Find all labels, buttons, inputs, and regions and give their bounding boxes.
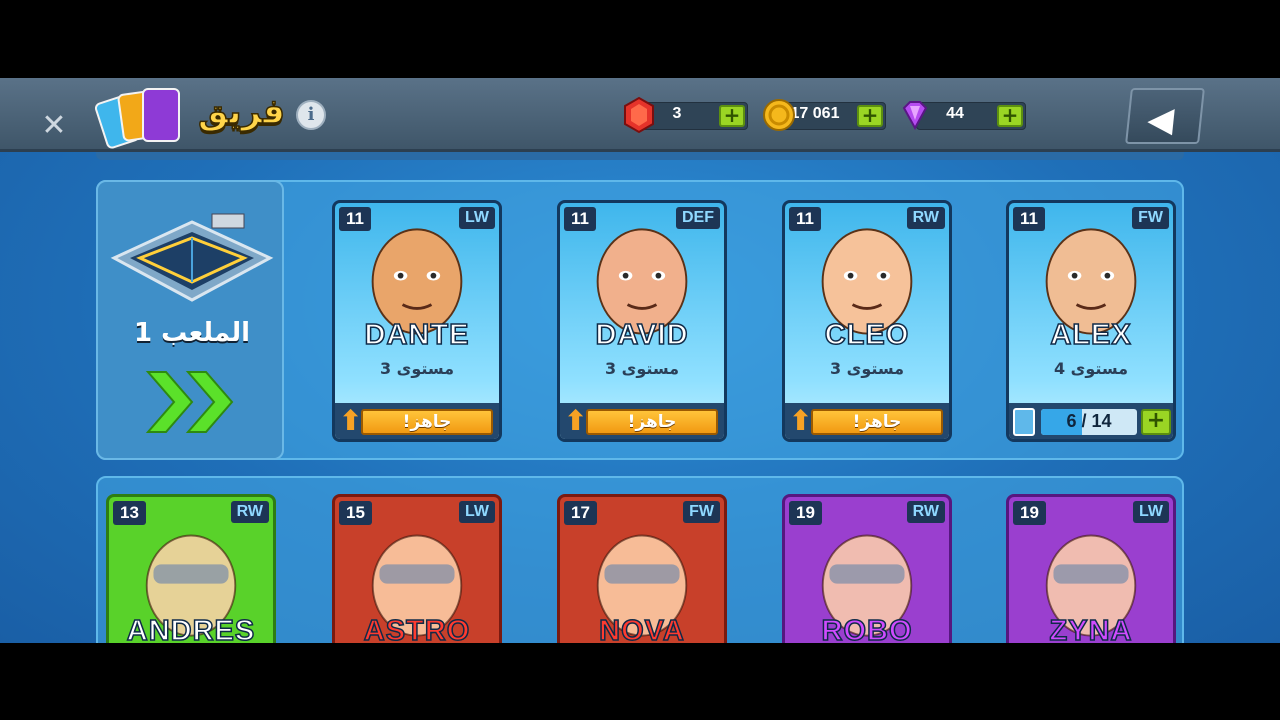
stadium-tile[interactable]: الملعب 1 xyxy=(96,180,284,460)
upgrade-arrow-icon: ⬆ xyxy=(564,404,588,437)
player-name: NOVA xyxy=(598,614,685,643)
player-name: ZYNA xyxy=(1049,614,1133,643)
player-card-dante[interactable]: 11 LW DANTE مستوى 3 ⬆ جاهز! xyxy=(332,200,502,442)
card-level-badge: 11 xyxy=(339,207,371,231)
player-name: ALEX xyxy=(1050,318,1132,352)
upgrade-arrow-icon: ⬆ xyxy=(339,404,363,437)
card-level-badge: 19 xyxy=(789,501,822,525)
add-cards-button[interactable]: + xyxy=(1141,409,1171,435)
letterbox-top xyxy=(0,0,1280,78)
card-level-badge: 17 xyxy=(564,501,597,525)
card-level-badge: 13 xyxy=(113,501,146,525)
card-level-badge: 19 xyxy=(1013,501,1046,525)
player-level: مستوى 3 xyxy=(604,359,680,378)
card-position-badge: LW xyxy=(1133,501,1169,523)
card-position-badge: FW xyxy=(1132,207,1169,229)
stadium-icon xyxy=(110,213,274,302)
player-card-david[interactable]: 11 DEF DAVID مستوى 3 ⬆ جاهز! xyxy=(557,200,727,442)
card-progress: 6 / 14 + xyxy=(1009,403,1173,439)
add-ruby-button[interactable]: + xyxy=(719,105,745,127)
card-position-badge: LW xyxy=(459,207,495,229)
upgrade-arrow-icon: ⬆ xyxy=(789,404,813,437)
player-name: ROBO xyxy=(821,614,913,643)
purple-gem-icon xyxy=(902,101,928,131)
player-name: DANTE xyxy=(364,318,470,352)
card-level-badge: 15 xyxy=(339,501,372,525)
card-position-badge: DEF xyxy=(676,207,720,229)
add-gems-button[interactable]: + xyxy=(997,105,1023,127)
capcut-watermark-icon: ✕ xyxy=(41,108,67,143)
card-level-badge: 11 xyxy=(1013,207,1045,231)
player-name: DAVID xyxy=(595,318,689,352)
stadium-label: الملعب 1 xyxy=(133,318,251,348)
player-level: مستوى 3 xyxy=(379,359,455,378)
resource-gems: 44 + xyxy=(916,102,1026,130)
upgrade-ready[interactable]: ⬆ جاهز! xyxy=(335,403,499,439)
roster-card-zyna[interactable]: 19 LW ZYNA xyxy=(1006,494,1176,643)
card-position-badge: RW xyxy=(906,207,945,229)
add-coins-button[interactable]: + xyxy=(857,105,883,127)
upgrade-ready[interactable]: ⬆ جاهز! xyxy=(560,403,724,439)
back-arrow-icon: ◀ xyxy=(1145,100,1176,140)
coin-icon xyxy=(763,99,795,131)
scroll-strip xyxy=(96,152,1184,160)
card-position-badge: LW xyxy=(459,501,495,523)
letterbox-bottom xyxy=(0,643,1280,720)
red-gem-icon xyxy=(624,96,654,134)
page-title: فريق xyxy=(197,91,285,133)
player-card-cleo[interactable]: 11 RW CLEO مستوى 3 ⬆ جاهز! xyxy=(782,200,952,442)
card-level-badge: 11 xyxy=(564,207,596,231)
player-name: ANDRES xyxy=(126,614,256,643)
ready-label: جاهز! xyxy=(361,409,493,435)
roster-card-astro[interactable]: 15 LW ASTRO xyxy=(332,494,502,643)
roster-card-nova[interactable]: 17 FW NOVA xyxy=(557,494,727,643)
ready-label: جاهز! xyxy=(586,409,718,435)
double-chevron-icon xyxy=(145,371,234,433)
back-button[interactable]: ◀ xyxy=(1125,88,1205,144)
player-level: مستوى 4 xyxy=(1053,359,1129,378)
card-level-badge: 11 xyxy=(789,207,821,231)
ready-label: جاهز! xyxy=(811,409,943,435)
progress-track: 6 / 14 xyxy=(1041,409,1137,435)
card-position-badge: FW xyxy=(683,501,720,523)
roster-card-robo[interactable]: 19 RW ROBO xyxy=(782,494,952,643)
roster-card-andres[interactable]: 13 RW ANDRES xyxy=(106,494,276,643)
info-button[interactable]: i xyxy=(296,100,326,130)
game-screen: ✕ فريق i 3 + 17 061 + 44 + ◀ الملعب 1 11… xyxy=(0,78,1280,643)
upgrade-ready[interactable]: ⬆ جاهز! xyxy=(785,403,949,439)
card-position-badge: RW xyxy=(230,501,269,523)
top-bar: ✕ فريق i 3 + 17 061 + 44 + ◀ xyxy=(0,78,1280,152)
card-position-badge: RW xyxy=(906,501,945,523)
player-name: ASTRO xyxy=(363,614,471,643)
player-name: CLEO xyxy=(824,318,910,352)
progress-text: 6 / 14 xyxy=(1066,411,1112,431)
card-purple-icon xyxy=(142,88,180,142)
team-cards-icon xyxy=(93,86,188,151)
player-card-alex[interactable]: 11 FW ALEX مستوى 4 6 / 14 + xyxy=(1006,200,1176,442)
card-count-icon xyxy=(1013,408,1035,436)
player-level: مستوى 3 xyxy=(829,359,905,378)
